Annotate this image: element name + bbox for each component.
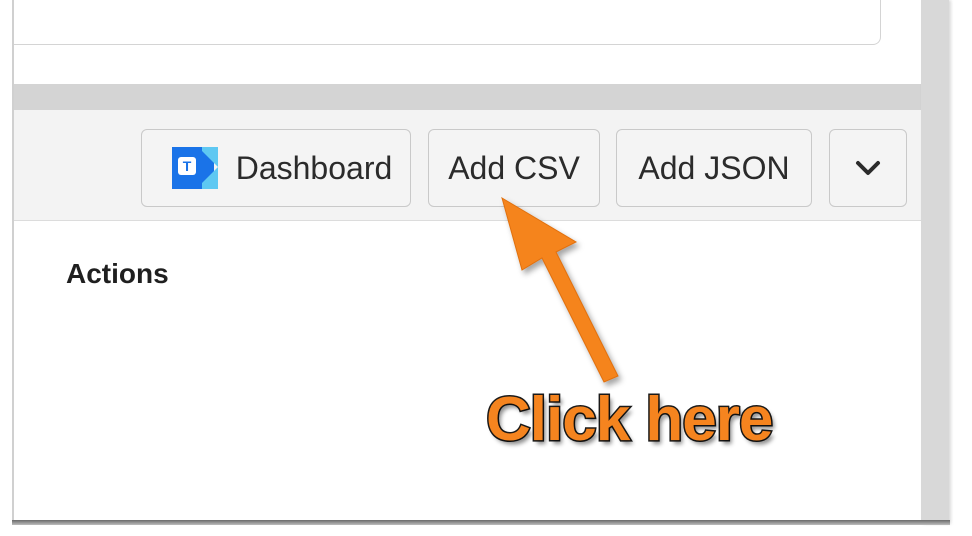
screen: T Dashboard Add CSV Add JSON Actions Cli… (0, 0, 972, 536)
chevron-down-icon (856, 161, 880, 175)
window-right-border (921, 0, 949, 524)
annotation-arrow-icon (501, 196, 619, 383)
dashboard-logo-icon: T (171, 147, 218, 189)
click-here-callout: Click here (484, 384, 774, 456)
more-actions-dropdown-button[interactable] (829, 129, 907, 207)
section-divider-band (14, 84, 921, 110)
dashboard-button[interactable]: T Dashboard (141, 129, 411, 207)
window-left-border (12, 0, 14, 524)
add-csv-button-label: Add CSV (448, 149, 580, 186)
dashboard-button-label: Dashboard (235, 149, 393, 186)
svg-text:T: T (182, 158, 191, 174)
top-card (14, 0, 881, 45)
window-bottom-shadow (12, 520, 950, 525)
actions-heading: Actions (66, 258, 169, 289)
add-json-button[interactable]: Add JSON (616, 129, 812, 207)
add-json-button-label: Add JSON (638, 149, 790, 186)
